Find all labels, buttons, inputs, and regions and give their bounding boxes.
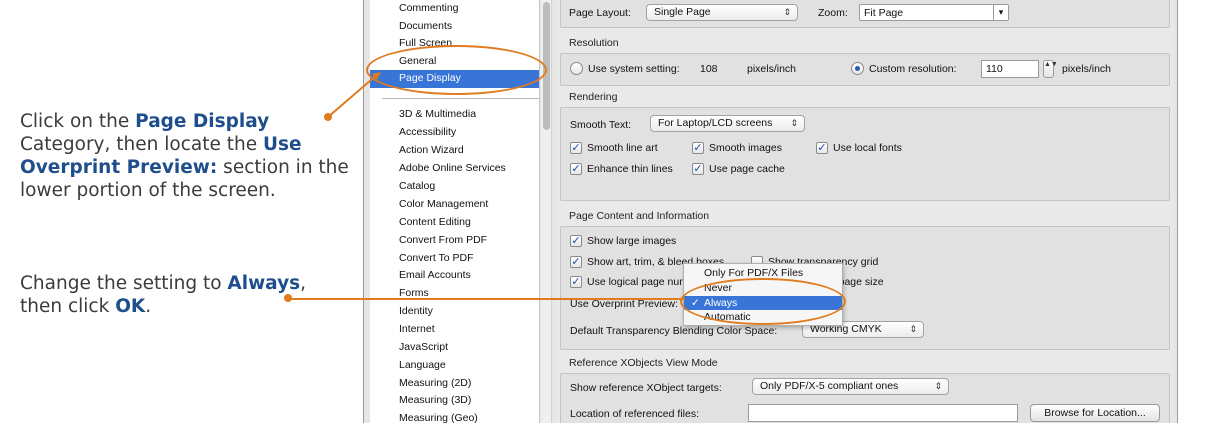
leader-dot-1 [324, 113, 332, 121]
leader-line-2 [289, 298, 685, 300]
leader-line-1 [327, 72, 381, 118]
leader-dot-2 [284, 294, 292, 302]
